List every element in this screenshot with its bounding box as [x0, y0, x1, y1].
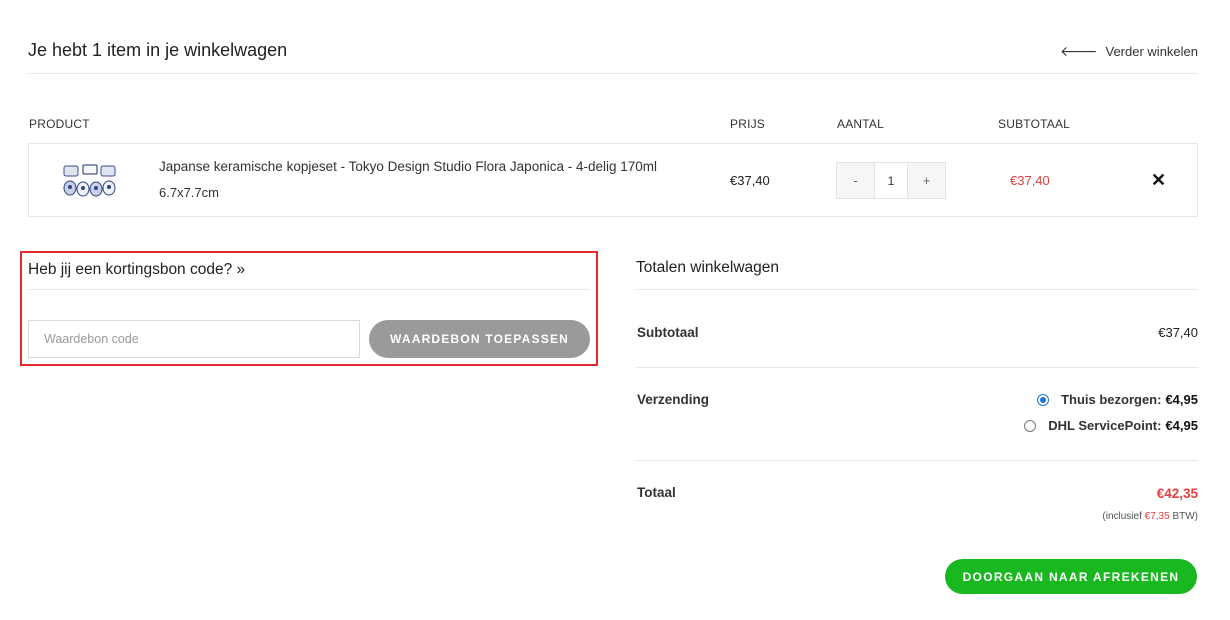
quantity-decrease-button[interactable]: - — [837, 163, 874, 198]
remove-item-icon[interactable]: ✕ — [1151, 171, 1166, 189]
shipping-option-price: €4,95 — [1165, 392, 1198, 407]
column-header-quantity: AANTAL — [837, 117, 884, 131]
shipping-option-label: Thuis bezorgen: — [1061, 392, 1162, 407]
totals-divider — [636, 367, 1198, 368]
coupon-code-input[interactable] — [28, 320, 360, 358]
apply-coupon-button[interactable]: WAARDEBON TOEPASSEN — [369, 320, 590, 358]
totals-title: Totalen winkelwagen — [636, 259, 780, 276]
total-value: €42,35 — [1156, 486, 1198, 501]
shipping-label: Verzending — [637, 392, 710, 407]
subtotal-value: €37,40 — [1158, 325, 1198, 340]
shipping-option-price: €4,95 — [1165, 418, 1198, 433]
cart-header: Je hebt 1 item in je winkelwagen 🡐 Verde… — [28, 28, 1198, 74]
continue-shopping-link[interactable]: 🡐 Verder winkelen — [1060, 43, 1198, 60]
shipping-option-label: DHL ServicePoint: — [1048, 418, 1162, 433]
quantity-stepper: - 1 + — [836, 162, 946, 199]
coupon-section: Heb jij een kortingsbon code? » WAARDEBO… — [20, 251, 598, 366]
tax-prefix: (inclusief — [1102, 511, 1142, 522]
quantity-input[interactable]: 1 — [874, 163, 908, 198]
quantity-increase-button[interactable]: + — [908, 163, 945, 198]
product-size: 6.7x7.7cm — [159, 185, 219, 200]
shipping-option-dhl[interactable]: DHL ServicePoint: €4,95 — [1024, 418, 1198, 433]
cart-item-row: Japanse keramische kopjeset - Tokyo Desi… — [28, 143, 1198, 217]
page-title: Je hebt 1 item in je winkelwagen — [28, 40, 288, 60]
tax-amount: €7,35 — [1144, 511, 1170, 522]
product-subtotal: €37,40 — [1010, 173, 1050, 188]
column-header-subtotal: SUBTOTAAL — [998, 117, 1071, 131]
radio-selected-icon[interactable] — [1037, 393, 1050, 406]
column-header-price: PRIJS — [730, 117, 766, 131]
arrow-left-icon: 🡐 — [1059, 43, 1098, 59]
product-price: €37,40 — [730, 173, 770, 188]
product-name[interactable]: Japanse keramische kopjeset - Tokyo Desi… — [159, 159, 657, 174]
tax-note: (inclusief €7,35 BTW) — [1102, 511, 1198, 522]
checkout-button[interactable]: DOORGAAN NAAR AFREKENEN — [945, 559, 1197, 594]
product-thumbnail[interactable] — [63, 164, 117, 198]
shipping-option-home[interactable]: Thuis bezorgen: €4,95 — [1037, 392, 1198, 407]
totals-divider — [636, 460, 1198, 461]
subtotal-label: Subtotaal — [637, 325, 699, 340]
column-header-product: PRODUCT — [29, 117, 90, 131]
continue-shopping-label: Verder winkelen — [1105, 44, 1199, 59]
totals-divider — [636, 289, 1198, 290]
coupon-title[interactable]: Heb jij een kortingsbon code? » — [28, 261, 245, 279]
total-label: Totaal — [637, 485, 676, 500]
tax-suffix: BTW) — [1172, 511, 1198, 522]
coupon-divider — [28, 289, 590, 290]
radio-unselected-icon[interactable] — [1024, 419, 1037, 432]
